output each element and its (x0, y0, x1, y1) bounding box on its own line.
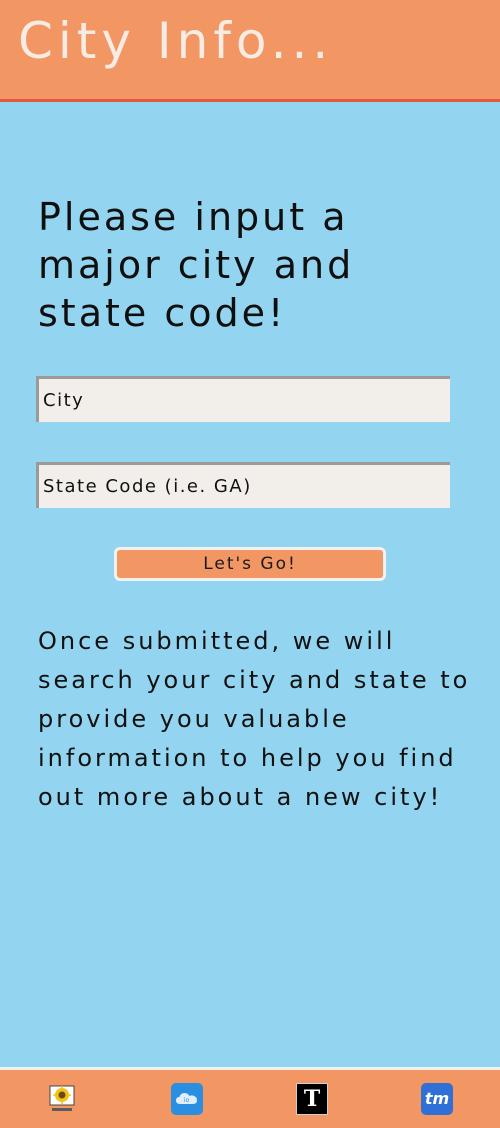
io-cloud-icon[interactable]: io (171, 1083, 203, 1115)
app-title: City Info... (18, 12, 334, 70)
mediawiki-icon[interactable] (46, 1083, 78, 1115)
svg-text:io: io (184, 1097, 190, 1104)
city-input[interactable] (36, 376, 450, 422)
footer-bar: io T tm (0, 1067, 500, 1128)
lets-go-button[interactable]: Let's Go! (114, 547, 386, 581)
nyt-icon[interactable]: T (296, 1083, 328, 1115)
page-headline: Please input a major city and state code… (38, 195, 355, 335)
state-code-input[interactable] (36, 462, 450, 508)
app-header: City Info... (0, 0, 500, 102)
ticketmaster-icon[interactable]: tm (421, 1083, 453, 1115)
cloud-shape: io (176, 1093, 197, 1104)
info-text: Once submitted, we will search your city… (38, 627, 471, 811)
mediawiki-logo (49, 1085, 75, 1111)
